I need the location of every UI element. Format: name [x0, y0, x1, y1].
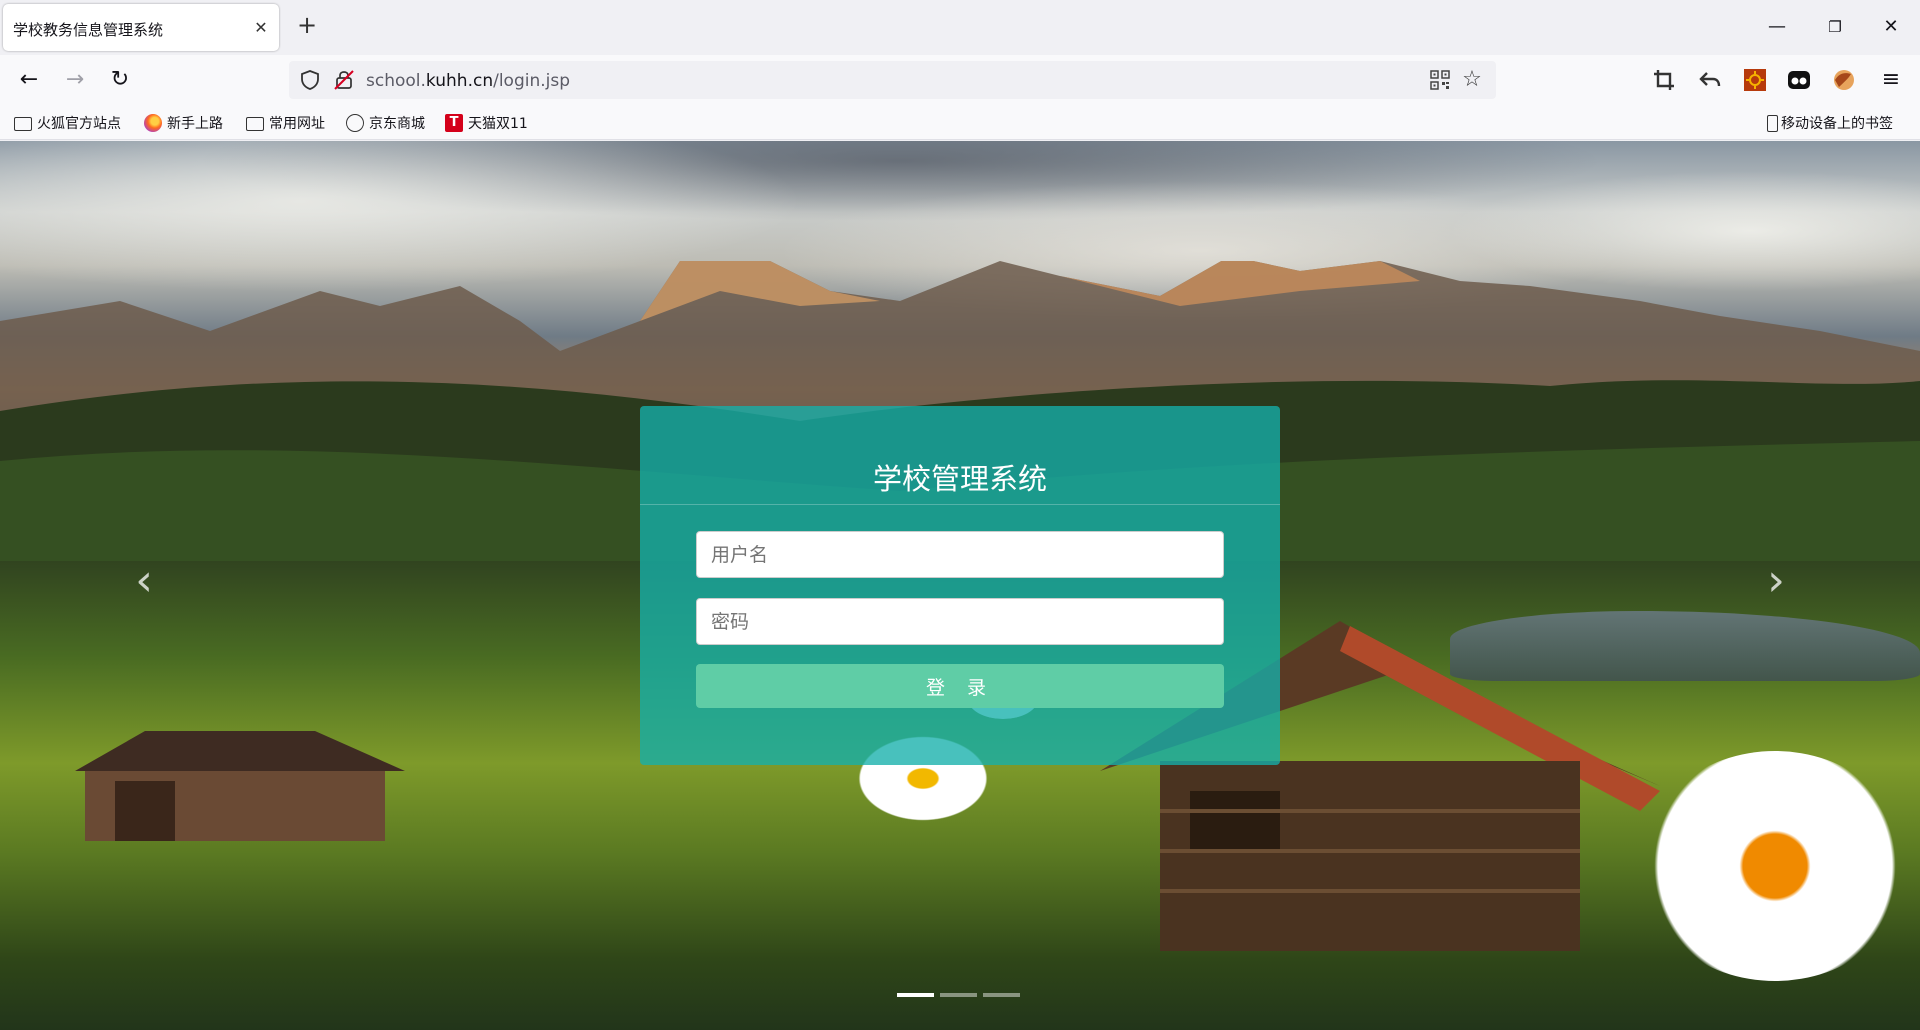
carousel-indicator[interactable] [940, 993, 977, 997]
bookmark-label: 京东商城 [369, 116, 425, 132]
tmall-icon: T [445, 114, 463, 132]
firefox-icon [144, 114, 162, 132]
window-close-button[interactable]: ✕ [1876, 12, 1906, 42]
mobile-bookmarks[interactable]: 移动设备上的书签 [1767, 112, 1893, 134]
bookmark-common-sites[interactable]: 常用网址 [246, 112, 325, 134]
globe-icon [346, 114, 364, 132]
login-button[interactable]: 登 录 [696, 664, 1224, 708]
url-text[interactable]: school.kuhh.cn/login.jsp [366, 71, 570, 91]
login-divider [640, 504, 1280, 505]
bookmark-label: 常用网址 [269, 116, 325, 132]
password-input[interactable] [696, 598, 1224, 645]
qr-code-icon[interactable] [1430, 70, 1450, 90]
page-viewport: ‹ › 学校管理系统 登 录 [0, 141, 1920, 1030]
bookmark-star-icon[interactable]: ☆ [1460, 68, 1484, 92]
restore-button[interactable]: ❐ [1820, 12, 1850, 42]
bookmark-label: 天猫双11 [468, 116, 528, 132]
bookmark-firefox-official[interactable]: 火狐官方站点 [14, 112, 121, 134]
bookmark-label: 新手上路 [167, 116, 223, 132]
extension-sun-icon[interactable] [1742, 67, 1768, 93]
new-tab-button[interactable]: + [294, 13, 320, 39]
tab-strip: 学校教务信息管理系统 ✕ + — ❐ ✕ [0, 0, 1920, 55]
address-bar[interactable]: school.kuhh.cn/login.jsp ☆ [289, 61, 1496, 99]
login-title: 学校管理系统 [872, 462, 1047, 496]
carousel-prev-button[interactable]: ‹ [124, 559, 164, 603]
tab-title: 学校教务信息管理系统 [13, 21, 164, 39]
daisy-icon [1640, 751, 1910, 981]
folder-icon [246, 117, 264, 131]
username-input[interactable] [696, 531, 1224, 578]
carousel-indicator[interactable] [983, 993, 1020, 997]
background-small-hut [75, 731, 405, 841]
tracking-shield-icon[interactable] [299, 69, 321, 91]
carousel-next-button[interactable]: › [1756, 559, 1796, 603]
carousel-indicator[interactable] [897, 993, 934, 997]
mobile-bookmarks-label: 移动设备上的书签 [1781, 116, 1893, 132]
bookmark-label: 火狐官方站点 [37, 116, 121, 132]
tab-close-icon[interactable]: ✕ [251, 18, 271, 38]
login-panel: 学校管理系统 登 录 [640, 406, 1280, 765]
forward-button[interactable]: → [60, 65, 90, 95]
active-tab[interactable]: 学校教务信息管理系统 ✕ [3, 4, 279, 51]
insecure-lock-icon[interactable] [333, 69, 355, 91]
bookmark-tmall[interactable]: T 天猫双11 [445, 112, 528, 134]
navigation-toolbar: ← → ↻ school.kuhh.cn/login.jsp ☆ ≡ [0, 55, 1920, 105]
back-button[interactable]: ← [14, 65, 44, 95]
account-avatar-icon[interactable] [1831, 67, 1857, 93]
mobile-device-icon [1767, 114, 1778, 132]
minimize-button[interactable]: — [1762, 12, 1792, 42]
bookmarks-toolbar: 火狐官方站点 新手上路 常用网址 京东商城 T 天猫双11 移动设备上的书签 [0, 105, 1920, 140]
screenshot-crop-icon[interactable] [1651, 67, 1677, 93]
menu-icon[interactable]: ≡ [1876, 65, 1906, 95]
carousel-indicators [897, 993, 1020, 997]
bookmark-jd[interactable]: 京东商城 [346, 112, 425, 134]
bookmark-getting-started[interactable]: 新手上路 [144, 112, 223, 134]
extension-mask-icon[interactable] [1786, 67, 1812, 93]
undo-close-tab-icon[interactable] [1697, 67, 1723, 93]
reload-button[interactable]: ↻ [105, 65, 135, 95]
folder-icon [14, 117, 32, 131]
